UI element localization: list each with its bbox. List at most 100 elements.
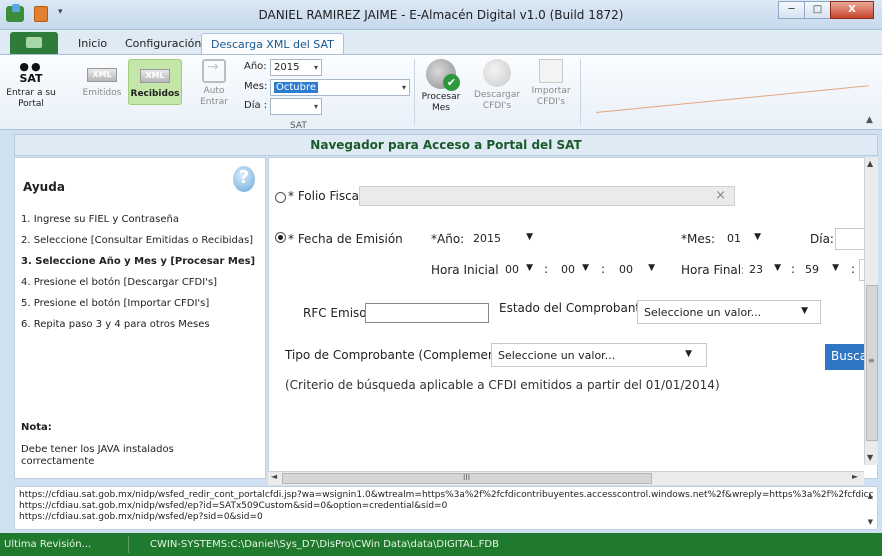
- help-step: 4. Presione el botón [Descargar CFDI's]: [21, 277, 218, 288]
- ribbon-toolbar: ●● SAT Entrar a su Portal XML Emitidos X…: [0, 54, 882, 131]
- nota-title: Nota:: [21, 422, 52, 433]
- search-criteria-note: (Criterio de búsqueda aplicable a CFDI e…: [285, 378, 720, 392]
- chevron-down-icon: ▼: [648, 263, 655, 273]
- hora-final-minute[interactable]: 59 ▼: [799, 259, 845, 281]
- time-separator: :: [791, 262, 796, 276]
- status-divider: [128, 536, 129, 553]
- anio-dropdown[interactable]: 2015 ▼: [467, 228, 539, 250]
- download-icon: [483, 59, 511, 87]
- url-log-line: https://cfdiau.sat.gob.mx/nidp/wsfed_red…: [19, 490, 874, 500]
- scroll-down-icon[interactable]: ▼: [867, 453, 873, 462]
- nota-text: Debe tener los JAVA instalados correctam…: [21, 444, 174, 467]
- chevron-down-icon: ▾: [313, 102, 318, 111]
- xml-icon: XML: [140, 69, 170, 83]
- ribbon-collapse-icon[interactable]: ▲: [866, 115, 873, 125]
- emitidos-label: Emitidos: [82, 88, 122, 98]
- time-separator: :: [544, 262, 549, 276]
- anio-label: *Año:: [431, 232, 465, 246]
- folio-fiscal-radio[interactable]: [275, 192, 286, 203]
- chevron-down-icon: ▾: [313, 63, 318, 72]
- minimize-button[interactable]: ─: [778, 1, 805, 19]
- status-last-revision: Ultima Revisión...: [4, 539, 92, 550]
- status-bar: Ultima Revisión... CWIN-SYSTEMS:C:\Danie…: [0, 533, 882, 556]
- fecha-emision-label: * Fecha de Emisión: [288, 232, 403, 246]
- help-icon[interactable]: ?: [233, 166, 255, 192]
- help-step: 1. Ingrese su FIEL y Contraseña: [21, 214, 179, 225]
- chevron-down-icon: ▼: [801, 306, 808, 316]
- url-log-line: https://cfdiau.sat.gob.mx/nidp/wsfed/ep?…: [19, 501, 448, 511]
- auto-entrar-button[interactable]: Auto Entrar: [195, 59, 233, 108]
- hora-final-hour[interactable]: 23 ▼: [743, 259, 787, 281]
- scroll-left-icon[interactable]: ◄: [271, 472, 277, 481]
- hora-inicial-minute[interactable]: 00 ▼: [555, 259, 595, 281]
- descargar-cfdis-button[interactable]: Descargar CFDI's: [472, 59, 522, 112]
- dia-label: Día :: [244, 100, 268, 111]
- ribbon-tabs: Inicio Configuración Descarga XML del SA…: [0, 30, 882, 55]
- import-icon: [539, 59, 563, 83]
- anio-select[interactable]: 2015 ▾: [270, 59, 322, 76]
- scrollbar-thumb[interactable]: III: [282, 473, 652, 484]
- procesar-mes-button[interactable]: Procesar Mes: [418, 59, 464, 114]
- url-log[interactable]: https://cfdiau.sat.gob.mx/nidp/wsfed_red…: [14, 486, 878, 530]
- chevron-down-icon: ▼: [685, 349, 692, 359]
- file-menu-button[interactable]: [10, 32, 58, 54]
- chevron-down-icon: ▼: [832, 263, 839, 273]
- tab-configuracion[interactable]: Configuración: [125, 37, 201, 50]
- login-arrow-icon: [202, 59, 226, 83]
- sat-logo-icon: ●● SAT: [19, 60, 43, 85]
- entrar-label: Entrar a su Portal: [6, 88, 56, 109]
- help-title: Ayuda: [23, 180, 65, 194]
- close-button[interactable]: X: [830, 1, 874, 19]
- scroll-up-icon[interactable]: ▲: [867, 159, 873, 168]
- mes-label: Mes:: [244, 81, 268, 92]
- group-divider: [414, 59, 415, 125]
- rfc-emisor-input[interactable]: [365, 303, 489, 323]
- tab-inicio[interactable]: Inicio: [78, 37, 107, 50]
- tipo-comprobante-label: Tipo de Comprobante (Complemento): [285, 348, 513, 362]
- horizontal-scrollbar[interactable]: ◄ III ►: [268, 471, 864, 485]
- mes-dropdown[interactable]: 01 ▼: [721, 228, 767, 250]
- mes-select[interactable]: Octubre ▾: [270, 79, 410, 96]
- window-title: DANIEL RAMIREZ JAIME - E-Almacén Digital…: [258, 8, 624, 22]
- group-label-sat: SAT: [290, 121, 307, 131]
- time-separator: :: [851, 262, 856, 276]
- hora-inicial-label: Hora Inicial:: [431, 263, 503, 277]
- maximize-button[interactable]: □: [804, 1, 831, 19]
- rfc-emisor-label: RFC Emisor: [303, 306, 372, 320]
- folio-fiscal-input[interactable]: ×: [359, 186, 735, 206]
- chevron-down-icon: ▼: [582, 263, 589, 273]
- group-divider: [580, 59, 581, 125]
- url-log-line: https://cfdiau.sat.gob.mx/nidp/wsfed/ep?…: [19, 512, 263, 522]
- clear-icon[interactable]: ×: [715, 188, 726, 203]
- emitidos-button[interactable]: XML Emitidos: [80, 59, 124, 99]
- importar-label: Importar CFDI's: [531, 86, 571, 107]
- scroll-up-icon[interactable]: ▲: [868, 491, 873, 502]
- scroll-right-icon[interactable]: ►: [852, 472, 858, 481]
- recibidos-button[interactable]: XML Recibidos: [128, 59, 182, 105]
- page-title: Navegador para Acceso a Portal del SAT: [14, 134, 878, 156]
- sat-portal-form: * Folio Fiscal × * Fecha de Emisión *Año…: [268, 157, 878, 479]
- mes-label: *Mes:: [681, 232, 716, 246]
- window-controls: ─ □ X: [778, 1, 874, 19]
- hora-inicial-second[interactable]: 00 ▼: [613, 259, 661, 281]
- vertical-scrollbar[interactable]: ▲ ≡ ▼: [864, 157, 878, 465]
- procesar-label: Procesar Mes: [421, 92, 461, 113]
- chevron-down-icon: ▾: [401, 83, 406, 92]
- dia-select[interactable]: ▾: [270, 98, 322, 115]
- importar-cfdis-button[interactable]: Importar CFDI's: [528, 59, 574, 108]
- descargar-label: Descargar CFDI's: [473, 90, 521, 111]
- entrar-portal-button[interactable]: ●● SAT Entrar a su Portal: [6, 59, 56, 110]
- dia-label: Día:: [810, 232, 834, 246]
- fecha-emision-radio[interactable]: [275, 232, 286, 243]
- title-bar: ▾ DANIEL RAMIREZ JAIME - E-Almacén Digit…: [0, 0, 882, 30]
- grip-icon: III: [463, 473, 471, 482]
- scroll-down-icon[interactable]: ▼: [868, 517, 873, 528]
- tipo-comprobante-dropdown[interactable]: Seleccione un valor... ▼: [491, 343, 707, 367]
- scrollbar-thumb[interactable]: ≡: [866, 285, 878, 441]
- grip-icon: ≡: [868, 356, 875, 365]
- help-steps: 1. Ingrese su FIEL y Contraseña 2. Selec…: [21, 214, 261, 340]
- hora-inicial-hour[interactable]: 00 ▼: [499, 259, 539, 281]
- help-step: 6. Repita paso 3 y 4 para otros Meses: [21, 319, 210, 330]
- estado-comprobante-dropdown[interactable]: Seleccione un valor... ▼: [637, 300, 821, 324]
- tab-descarga-xml[interactable]: Descarga XML del SAT: [201, 33, 344, 55]
